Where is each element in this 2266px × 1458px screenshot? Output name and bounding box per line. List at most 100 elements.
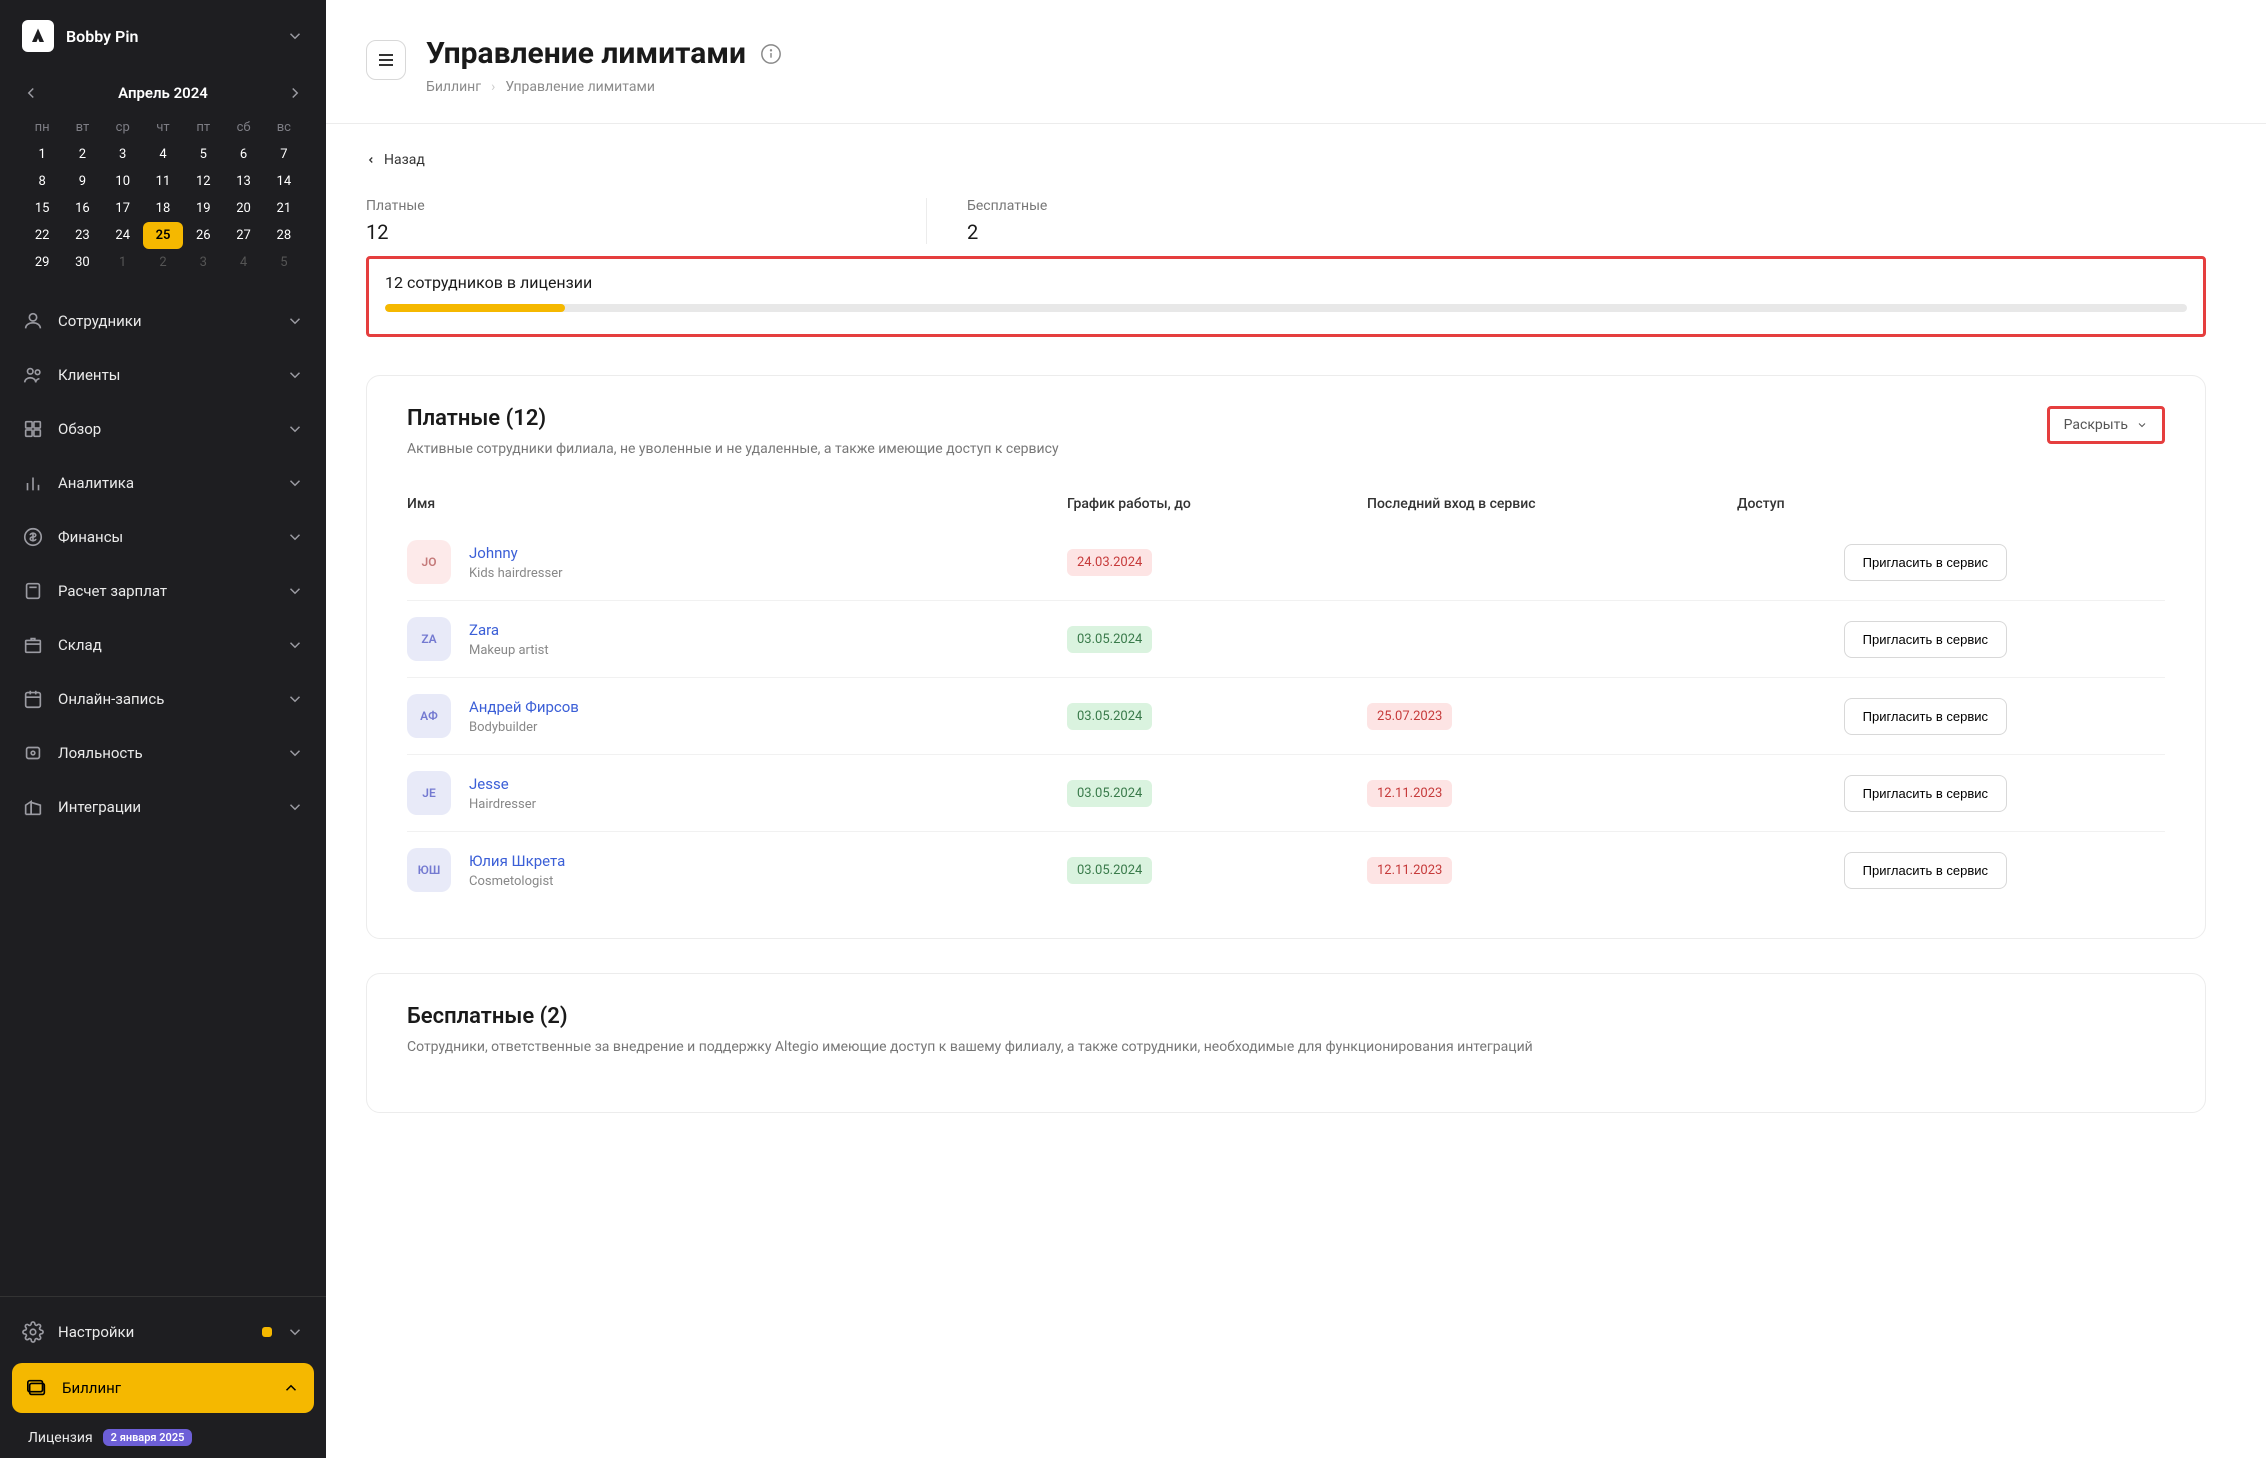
employee-role: Kids hairdresser	[469, 566, 563, 581]
calendar-day[interactable]: 4	[223, 249, 263, 276]
paid-employees-card: Платные (12) Активные сотрудники филиала…	[366, 375, 2206, 939]
calendar-day[interactable]: 5	[183, 141, 223, 168]
calendar-day[interactable]: 29	[22, 249, 62, 276]
calendar-day[interactable]: 27	[223, 222, 263, 249]
menu-button[interactable]	[366, 40, 406, 80]
calendar-day[interactable]: 15	[22, 195, 62, 222]
calendar-day[interactable]: 3	[183, 249, 223, 276]
expand-button[interactable]: Раскрыть	[2047, 406, 2165, 444]
calendar-dow: вт	[62, 114, 102, 141]
nav-item[interactable]: Обзор	[0, 402, 326, 456]
nav-item[interactable]: Расчет зарплат	[0, 564, 326, 618]
calendar-day[interactable]: 2	[143, 249, 183, 276]
bars-icon	[22, 472, 44, 494]
calendar-day[interactable]: 20	[223, 195, 263, 222]
nav-item[interactable]: Онлайн-запись	[0, 672, 326, 726]
calendar-day[interactable]: 24	[103, 222, 143, 249]
nav-settings[interactable]: Настройки	[0, 1305, 326, 1359]
calendar-day[interactable]: 26	[183, 222, 223, 249]
calendar-day[interactable]: 30	[62, 249, 102, 276]
calendar-day[interactable]: 6	[223, 141, 263, 168]
chevron-down-icon	[286, 420, 304, 438]
license-progress	[385, 304, 2187, 312]
calendar-day[interactable]: 25	[143, 222, 183, 249]
user-icon	[22, 310, 44, 332]
calendar-dow: сб	[223, 114, 263, 141]
calendar-day[interactable]: 13	[223, 168, 263, 195]
nav-item[interactable]: Сотрудники	[0, 294, 326, 348]
breadcrumb-sep: ›	[491, 79, 495, 95]
nav-billing-label: Биллинг	[62, 1379, 268, 1397]
breadcrumb-item[interactable]: Биллинг	[426, 79, 481, 95]
nav-label: Финансы	[58, 528, 272, 546]
calendar-day[interactable]: 9	[62, 168, 102, 195]
avatar: JO	[407, 540, 451, 584]
employee-name[interactable]: Jesse	[469, 775, 536, 793]
back-link[interactable]: Назад	[366, 152, 2206, 168]
calendar-day[interactable]: 4	[143, 141, 183, 168]
col-schedule: График работы, до	[1067, 496, 1367, 512]
nav-item[interactable]: Клиенты	[0, 348, 326, 402]
chevron-down-icon	[286, 582, 304, 600]
calendar-day[interactable]: 16	[62, 195, 102, 222]
brand-name: Bobby Pin	[66, 27, 274, 46]
nav-item[interactable]: Склад	[0, 618, 326, 672]
calendar-next-icon[interactable]	[286, 84, 304, 102]
calendar-title: Апрель 2024	[118, 84, 208, 102]
calendar-day[interactable]: 23	[62, 222, 102, 249]
calendar-day[interactable]: 14	[264, 168, 304, 195]
calendar-day[interactable]: 2	[62, 141, 102, 168]
employee-name[interactable]: Андрей Фирсов	[469, 698, 579, 716]
nav-settings-label: Настройки	[58, 1323, 248, 1341]
calendar-day[interactable]: 1	[22, 141, 62, 168]
calendar-day[interactable]: 7	[264, 141, 304, 168]
calendar-day[interactable]: 17	[103, 195, 143, 222]
free-card-title: Бесплатные (2)	[407, 1004, 1533, 1029]
table-row: JO Johnny Kids hairdresser 24.03.2024 Пригла…	[407, 524, 2165, 601]
calendar-day[interactable]: 3	[103, 141, 143, 168]
building-icon	[22, 796, 44, 818]
invite-button[interactable]: Пригласить в сервис	[1844, 698, 2007, 735]
calendar-day[interactable]: 8	[22, 168, 62, 195]
nav-item[interactable]: Финансы	[0, 510, 326, 564]
brand-selector[interactable]: Bobby Pin	[0, 0, 326, 72]
employee-role: Hairdresser	[469, 797, 536, 812]
schedule-tag: 24.03.2024	[1067, 549, 1152, 576]
calendar-dow: чт	[143, 114, 183, 141]
invite-button[interactable]: Пригласить в сервис	[1844, 852, 2007, 889]
calendar-day[interactable]: 1	[103, 249, 143, 276]
schedule-tag: 03.05.2024	[1067, 703, 1152, 730]
nav-license[interactable]: Лицензия 2 января 2025	[0, 1417, 326, 1458]
calendar-day[interactable]: 18	[143, 195, 183, 222]
nav-label: Обзор	[58, 420, 272, 438]
employee-name[interactable]: Zara	[469, 621, 549, 639]
info-icon[interactable]	[760, 43, 782, 65]
calendar-day[interactable]: 28	[264, 222, 304, 249]
stats-row: Платные 12 Бесплатные 2	[366, 198, 2206, 244]
calendar-day[interactable]: 22	[22, 222, 62, 249]
avatar: ZA	[407, 617, 451, 661]
employee-name[interactable]: Юлия Шкрета	[469, 852, 565, 870]
chevron-down-icon	[286, 690, 304, 708]
nav-label: Сотрудники	[58, 312, 272, 330]
calendar-day[interactable]: 19	[183, 195, 223, 222]
invite-button[interactable]: Пригласить в сервис	[1844, 544, 2007, 581]
invite-button[interactable]: Пригласить в сервис	[1844, 621, 2007, 658]
employee-name[interactable]: Johnny	[469, 544, 563, 562]
nav-billing[interactable]: Биллинг	[12, 1363, 314, 1413]
notification-dot	[262, 1327, 272, 1337]
calendar: Апрель 2024 пнвтсрчтптсбвс 1234567891011…	[0, 72, 326, 294]
calendar-day[interactable]: 5	[264, 249, 304, 276]
calendar-day[interactable]: 21	[264, 195, 304, 222]
invite-button[interactable]: Пригласить в сервис	[1844, 775, 2007, 812]
calendar-day[interactable]: 12	[183, 168, 223, 195]
calendar-day[interactable]: 11	[143, 168, 183, 195]
nav-item[interactable]: Интеграции	[0, 780, 326, 834]
calendar-prev-icon[interactable]	[22, 84, 40, 102]
schedule-tag: 03.05.2024	[1067, 857, 1152, 884]
calendar-day[interactable]: 10	[103, 168, 143, 195]
table-row: ЮШЮлия ШкретаCosmetologist03.05.202412.1…	[407, 832, 2165, 908]
nav-item[interactable]: Лояльность	[0, 726, 326, 780]
nav-item[interactable]: Аналитика	[0, 456, 326, 510]
paid-card-desc: Активные сотрудники филиала, не уволенны…	[407, 439, 1059, 460]
